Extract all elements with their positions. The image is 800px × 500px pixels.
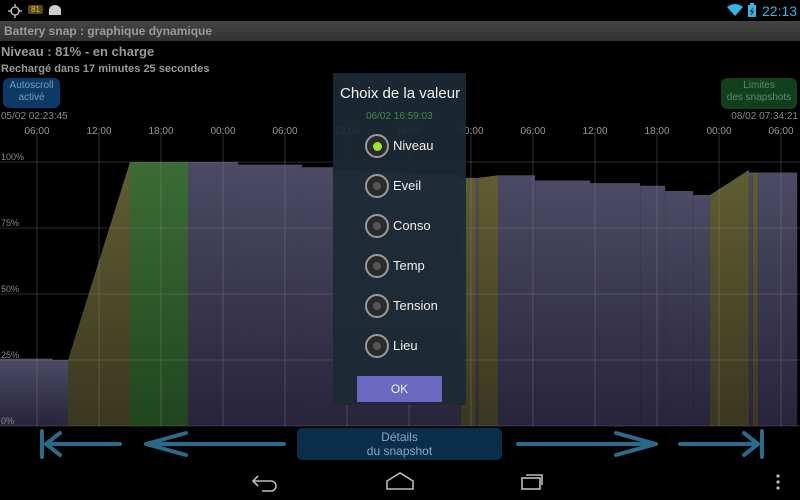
details-label-2: du snapshot: [366, 444, 433, 458]
android-icon: [49, 5, 61, 15]
timeline-cursor: 06/02 16:59:03: [366, 111, 433, 122]
segment-discharge: [758, 172, 798, 426]
x-tick-label: 00:00: [706, 126, 731, 137]
x-tick-label: 06:00: [24, 126, 49, 137]
limits-label-2: des snapshots: [726, 92, 792, 103]
radio-niveau[interactable]: [365, 134, 389, 158]
gps-icon: [8, 4, 22, 18]
x-tick-label: 06:00: [768, 126, 793, 137]
segment-discharge: [640, 185, 666, 426]
status-bar: 81 22:13: [0, 0, 800, 20]
x-tick-label: 06:00: [520, 126, 545, 137]
snapshot-details-button[interactable]: Détails du snapshot: [297, 428, 502, 460]
radio-dot: [373, 302, 381, 310]
next-snapshot-icon[interactable]: [512, 428, 662, 460]
overflow-menu-icon[interactable]: [774, 473, 782, 491]
option-label: Temp: [393, 258, 425, 273]
ok-button[interactable]: OK: [357, 376, 442, 402]
radio-dot: [373, 182, 381, 190]
app-title: Battery snap : graphique dynamique: [0, 21, 800, 41]
y-tick-label: 100%: [1, 152, 24, 162]
battery-charging-icon: [748, 3, 756, 17]
autoscroll-button[interactable]: Autoscroll activé: [3, 78, 60, 108]
option-label: Tension: [393, 298, 438, 313]
autoscroll-label-1: Autoscroll: [9, 80, 54, 91]
segment-discharge: [237, 164, 303, 426]
option-label: Lieu: [393, 338, 418, 353]
radio-dot: [373, 222, 381, 230]
radio-temp[interactable]: [365, 254, 389, 278]
segment-discharge: [748, 172, 753, 426]
home-icon[interactable]: [385, 471, 415, 491]
limits-label-1: Limites: [743, 80, 775, 91]
radio-dot: [373, 262, 381, 270]
segment-discharge: [693, 195, 711, 426]
x-tick-label: 18:00: [148, 126, 173, 137]
segment-discharge: [302, 167, 334, 426]
autoscroll-label-2: activé: [18, 92, 45, 103]
segment-discharge: [535, 180, 591, 426]
segment-discharge: [590, 183, 641, 426]
dialog-title: Choix de la valeur: [340, 85, 461, 102]
battery-level-text: Niveau : 81% - en charge: [1, 44, 155, 59]
option-label: Eveil: [393, 178, 422, 193]
x-tick-label: 18:00: [644, 126, 669, 137]
details-label-1: Détails: [381, 430, 418, 444]
recent-apps-icon[interactable]: [520, 471, 550, 491]
segment-discharge: [52, 360, 68, 426]
segment-discharge: [498, 175, 536, 426]
segment-discharge: [475, 177, 479, 426]
y-tick-label: 0%: [1, 416, 14, 426]
option-label: Niveau: [393, 138, 434, 153]
snapshot-limits-button[interactable]: Limites des snapshots: [721, 78, 797, 109]
radio-dot: [372, 141, 382, 151]
battery-badge-icon: 81: [28, 5, 43, 14]
radio-dot: [373, 342, 381, 350]
segment-charge: [478, 175, 499, 426]
radio-tension[interactable]: [365, 294, 389, 318]
option-label: Conso: [393, 218, 431, 233]
radio-eveil[interactable]: [365, 174, 389, 198]
segment-charge: [752, 172, 759, 426]
segment-discharge: [665, 191, 694, 426]
x-tick-label: 00:00: [210, 126, 235, 137]
last-snapshot-icon[interactable]: [672, 428, 767, 460]
y-tick-label: 50%: [1, 284, 19, 294]
radio-conso[interactable]: [365, 214, 389, 238]
back-icon[interactable]: [250, 472, 280, 492]
y-tick-label: 25%: [1, 350, 19, 360]
segment-charge: [710, 169, 749, 427]
previous-snapshot-icon[interactable]: [140, 428, 290, 460]
x-tick-label: 12:00: [582, 126, 607, 137]
clock: 22:13: [762, 3, 798, 19]
radio-lieu[interactable]: [365, 334, 389, 358]
recharge-time-text: Rechargé dans 17 minutes 25 secondes: [1, 63, 210, 75]
first-snapshot-icon[interactable]: [38, 428, 128, 460]
x-tick-label: 06:00: [272, 126, 297, 137]
value-choice-dialog: Choix de la valeur: [333, 73, 466, 405]
wifi-icon: [727, 3, 743, 16]
x-tick-label: 12:00: [86, 126, 111, 137]
y-tick-label: 75%: [1, 218, 19, 228]
